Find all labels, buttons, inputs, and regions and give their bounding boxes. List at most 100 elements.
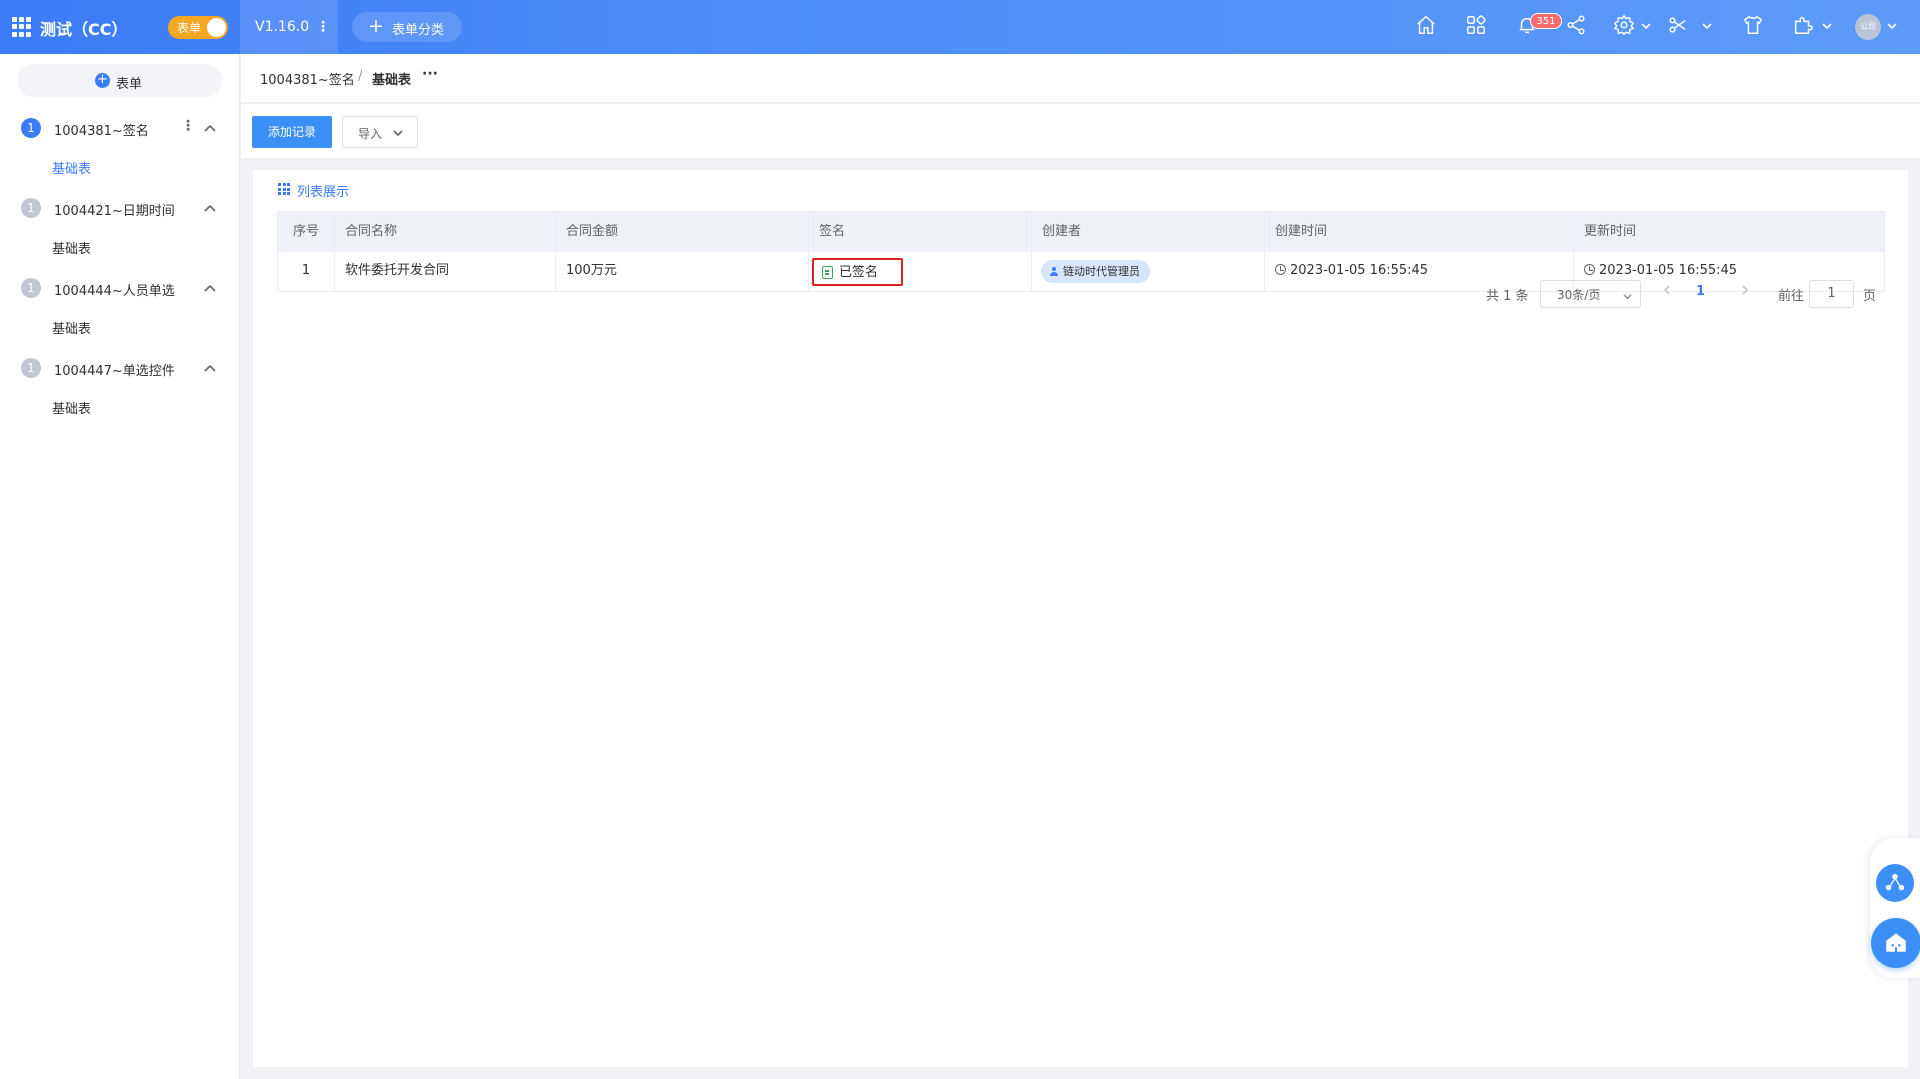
sidebar-group-1004381: 1 1004381~签名 ⋮ 基础表	[0, 112, 240, 192]
version-label: V1.16.0	[255, 19, 310, 35]
contract-name-cell: 软件委托开发合同	[335, 252, 556, 291]
page-size-select[interactable]: 30条/页	[1540, 280, 1641, 308]
tools-icon[interactable]	[1667, 14, 1693, 40]
data-table: 序号 合同名称 合同金额 签名 创建者 创建时间 更新时间 1 软件委托开发合同…	[277, 211, 1885, 292]
list-view-label[interactable]: 列表展示	[297, 181, 349, 200]
sidebar-group-title[interactable]: 1004381~签名	[54, 120, 149, 139]
chevron-up-icon[interactable]	[203, 282, 217, 296]
app-title: 测试（CC）	[40, 20, 128, 39]
import-label: 导入	[358, 127, 383, 141]
goto-page-input[interactable]: 1	[1809, 280, 1854, 308]
amount-cell: 100万元	[556, 252, 809, 291]
notification-badge: 351	[1530, 13, 1562, 29]
top-bar: 测试（CC） 表单 V1.16.0 ⋮ + 表单分类 351 公司	[0, 0, 1920, 54]
updated-at-value: 2023-01-05 16:55:45	[1599, 263, 1738, 278]
building-icon	[1886, 933, 1906, 952]
chevron-down-icon	[393, 127, 403, 137]
page-suffix: 页	[1863, 289, 1877, 304]
next-page-icon[interactable]	[1739, 284, 1751, 296]
signature-status[interactable]: 已签名	[812, 258, 903, 286]
network-icon	[1885, 873, 1905, 891]
chevron-down-icon	[1623, 290, 1632, 300]
clock-icon	[1275, 264, 1286, 275]
breadcrumb-item-current: 基础表	[372, 73, 412, 88]
sidebar-group-1004447: 1 1004447~单选控件 基础表	[0, 352, 240, 432]
apps-icon[interactable]	[1465, 14, 1491, 40]
creator-name: 链动时代管理员	[1063, 265, 1140, 278]
pagination-total: 共 1 条	[1486, 289, 1529, 304]
list-view-icon[interactable]	[278, 183, 290, 195]
plugin-icon[interactable]	[1792, 14, 1818, 40]
chevron-down-icon[interactable]	[1887, 20, 1897, 30]
clock-icon	[1584, 264, 1595, 275]
created-at-value: 2023-01-05 16:55:45	[1290, 263, 1429, 278]
gear-icon[interactable]	[1613, 14, 1639, 40]
page-size-value: 30条/页	[1557, 288, 1601, 302]
signature-cell: 已签名	[809, 252, 1032, 291]
toggle-label: 表单	[177, 21, 202, 35]
breadcrumb: 1004381~签名 / 基础表 ···	[241, 54, 1920, 103]
user-icon	[1050, 267, 1058, 276]
add-category-button[interactable]: + 表单分类	[352, 12, 462, 42]
avatar[interactable]: 公司	[1855, 14, 1881, 40]
chevron-down-icon[interactable]	[1822, 20, 1832, 30]
current-page[interactable]: 1	[1696, 284, 1705, 299]
table-row[interactable]: 1 软件委托开发合同 100万元 已签名 链动时代管理员 2023-01-05 …	[278, 252, 1884, 291]
column-header: 创建时间	[1265, 212, 1574, 251]
table-header: 序号 合同名称 合同金额 签名 创建者 创建时间 更新时间	[278, 212, 1884, 252]
sidebar-item-basic-table[interactable]: 基础表	[52, 318, 91, 337]
apps-grid-icon[interactable]	[12, 17, 32, 37]
creator-cell: 链动时代管理员	[1032, 252, 1265, 291]
document-icon	[822, 266, 833, 279]
new-form-label: 表单	[116, 77, 143, 92]
kebab-icon[interactable]: ⋮	[316, 19, 330, 35]
sidebar-group-title[interactable]: 1004444~人员单选	[54, 280, 175, 299]
prev-page-icon[interactable]	[1661, 284, 1673, 296]
chevron-down-icon[interactable]	[1641, 20, 1651, 30]
sidebar-group-1004444: 1 1004444~人员单选 基础表	[0, 272, 240, 352]
breadcrumb-separator: /	[358, 69, 363, 84]
sidebar-item-basic-table[interactable]: 基础表	[52, 398, 91, 417]
column-header: 合同名称	[335, 212, 556, 251]
toggle-knob	[207, 18, 226, 37]
more-icon[interactable]: ···	[422, 66, 438, 82]
version-menu[interactable]: V1.16.0 ⋮	[240, 0, 338, 54]
chevron-down-icon[interactable]	[1702, 20, 1712, 30]
plus-icon: +	[368, 15, 384, 37]
creator-tag: 链动时代管理员	[1041, 260, 1150, 283]
sidebar-group-title[interactable]: 1004421~日期时间	[54, 200, 175, 219]
group-number-badge: 1	[21, 358, 41, 378]
new-form-button[interactable]: + 表单	[17, 64, 222, 97]
column-header: 签名	[809, 212, 1032, 251]
sidebar-item-basic-table[interactable]: 基础表	[52, 158, 91, 177]
sidebar-group-title[interactable]: 1004447~单选控件	[54, 360, 175, 379]
signature-status-label: 已签名	[839, 265, 879, 280]
chevron-up-icon[interactable]	[203, 202, 217, 216]
sidebar: + 表单 1 1004381~签名 ⋮ 基础表 1 1004421~日期时间 基…	[0, 54, 240, 1079]
share-network-button[interactable]	[1876, 864, 1914, 902]
shirt-icon[interactable]	[1742, 14, 1768, 40]
kebab-icon[interactable]: ⋮	[181, 118, 195, 134]
home-float-button[interactable]	[1871, 918, 1920, 968]
add-category-label: 表单分类	[392, 23, 445, 38]
form-mode-toggle[interactable]: 表单	[168, 16, 228, 39]
column-header: 更新时间	[1584, 224, 1637, 239]
goto-label: 前往	[1778, 289, 1805, 304]
row-index: 1	[278, 252, 335, 291]
add-record-button[interactable]: 添加记录	[252, 116, 332, 148]
chevron-up-icon[interactable]	[203, 362, 217, 376]
home-icon[interactable]	[1415, 14, 1441, 40]
chevron-up-icon[interactable]	[203, 122, 217, 136]
column-header: 合同金额	[556, 212, 809, 251]
group-number-badge: 1	[21, 118, 41, 138]
import-dropdown[interactable]: 导入	[342, 116, 418, 148]
share-icon[interactable]	[1565, 14, 1591, 40]
sidebar-item-basic-table[interactable]: 基础表	[52, 238, 91, 257]
group-number-badge: 1	[21, 198, 41, 218]
breadcrumb-item-form[interactable]: 1004381~签名	[260, 69, 355, 88]
table-panel: 列表展示 序号 合同名称 合同金额 签名 创建者 创建时间 更新时间 1 软件委…	[253, 170, 1908, 1067]
sidebar-group-1004421: 1 1004421~日期时间 基础表	[0, 192, 240, 272]
group-number-badge: 1	[21, 278, 41, 298]
column-header: 创建者	[1032, 212, 1265, 251]
plus-circle-icon: +	[95, 73, 110, 88]
